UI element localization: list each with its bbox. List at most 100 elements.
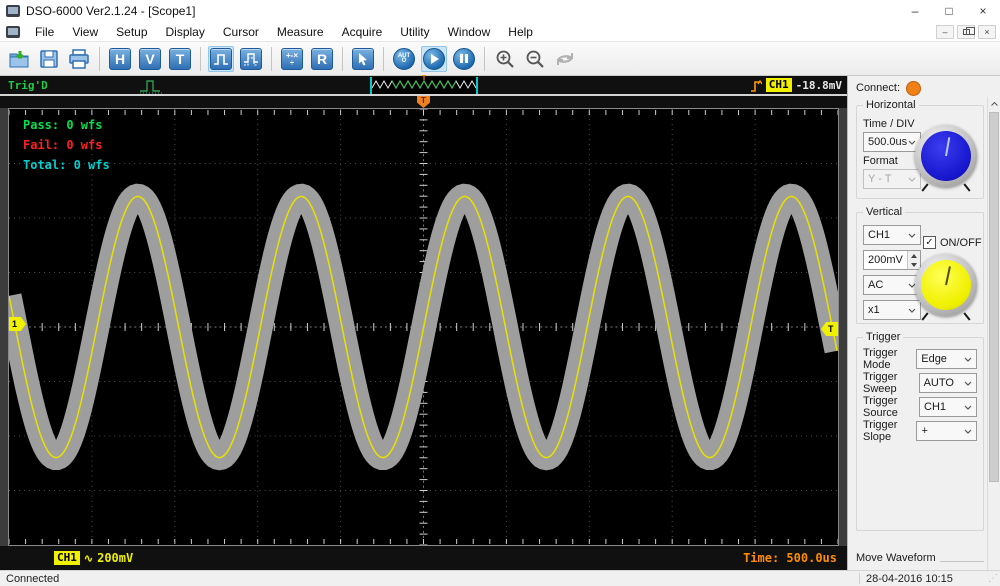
coupling-select[interactable]: AC	[863, 275, 921, 295]
cursor-tool-button[interactable]	[350, 46, 376, 72]
menu-bar: File View Setup Display Cursor Measure A…	[0, 22, 1000, 42]
menu-item-utility[interactable]: Utility	[391, 22, 438, 41]
move-waveform-label: Move Waveform	[856, 552, 936, 564]
zoom-out-icon	[525, 49, 545, 69]
menu-item-cursor[interactable]: Cursor	[214, 22, 268, 41]
title-bar: DSO-6000 Ver2.1.24 - [Scope1] – □ ×	[0, 0, 1000, 22]
trigger-group: Trigger Trigger Mode Edge Trigger Sweep …	[856, 331, 984, 531]
reference-button[interactable]: R	[309, 46, 335, 72]
knob-tick	[963, 183, 970, 191]
spin-down-button[interactable]	[908, 260, 920, 269]
window-title: DSO-6000 Ver2.1.24 - [Scope1]	[26, 4, 195, 18]
zoom-in-button[interactable]	[492, 46, 518, 72]
knob-tick	[921, 183, 928, 191]
trigger-group-title: Trigger	[863, 331, 903, 343]
menu-item-window[interactable]: Window	[439, 22, 500, 41]
vertical-knob[interactable]	[915, 254, 977, 316]
onoff-checkbox[interactable]: ✓	[923, 236, 936, 249]
spin-up-button[interactable]	[908, 251, 920, 260]
arrow-up-icon	[991, 102, 998, 106]
ac-coupling-icon: ∿	[84, 552, 93, 565]
trigger-slope-label: Trigger Slope	[863, 419, 916, 443]
child-restore-button[interactable]	[957, 25, 975, 39]
menu-item-setup[interactable]: Setup	[107, 22, 156, 41]
knob-tick	[921, 312, 928, 320]
datetime-label: 28-04-2016 10:15	[860, 573, 988, 585]
waveform-preview[interactable]: T	[370, 77, 478, 94]
pause-button[interactable]	[451, 46, 477, 72]
toolbar-separator	[271, 47, 272, 71]
menu-item-measure[interactable]: Measure	[268, 22, 333, 41]
trigger-sweep-select[interactable]: AUTO	[919, 373, 977, 393]
scrollbar-thumb[interactable]	[989, 112, 999, 482]
save-floppy-icon	[39, 49, 59, 69]
child-close-button[interactable]: ×	[978, 25, 996, 39]
panel-scrollbar[interactable]	[987, 97, 1000, 570]
app-window: DSO-6000 Ver2.1.24 - [Scope1] – □ × File…	[0, 0, 1000, 586]
save-button[interactable]	[36, 46, 62, 72]
vertical-group-title: Vertical	[863, 206, 905, 218]
toolbar-separator	[484, 47, 485, 71]
trigger-mode-label: Trigger Mode	[863, 347, 916, 371]
restore-icon	[963, 29, 970, 35]
menu-item-file[interactable]: File	[26, 22, 63, 41]
vertical-group: Vertical CH1 ✓ ON/OFF 200mV	[856, 206, 984, 324]
time-div-select[interactable]: 500.0us	[863, 132, 921, 152]
menu-item-acquire[interactable]: Acquire	[333, 22, 392, 41]
scope-bottom-strip: CH1 ∿ 200mV Time: 500.0us	[0, 546, 847, 570]
knob-pointer	[945, 137, 950, 156]
knob-pointer	[945, 266, 951, 285]
trigger-panel-button[interactable]: T	[167, 46, 193, 72]
trigger-slope-select[interactable]: +	[916, 421, 977, 441]
horizontal-knob[interactable]	[915, 125, 977, 187]
probe-select[interactable]: x1	[863, 300, 921, 320]
scroll-up-button[interactable]	[988, 97, 1000, 111]
total-count-label: Total: 0 wfs	[23, 155, 110, 175]
minimize-button[interactable]: –	[898, 0, 932, 22]
toolbar-separator	[342, 47, 343, 71]
open-button[interactable]	[6, 46, 32, 72]
trigger-position-strip: T	[0, 96, 847, 108]
channel-select[interactable]: CH1	[863, 225, 921, 245]
trigger-mode-select[interactable]: Edge	[916, 349, 977, 369]
mask-button[interactable]	[238, 46, 264, 72]
chevron-down-icon	[964, 405, 972, 410]
maximize-button[interactable]: □	[932, 0, 966, 22]
child-minimize-button[interactable]: –	[936, 25, 954, 39]
menu-item-view[interactable]: View	[63, 22, 107, 41]
close-button[interactable]: ×	[966, 0, 1000, 22]
printer-icon	[68, 48, 90, 70]
volts-div-spinner[interactable]: 200mV	[863, 250, 921, 270]
zoom-in-icon	[495, 49, 515, 69]
menu-item-display[interactable]: Display	[157, 22, 214, 41]
connect-status-icon	[906, 81, 921, 96]
print-button[interactable]	[66, 46, 92, 72]
scope-display[interactable]: Pass: 0 wfs Fail: 0 wfs Total: 0 wfs 1 T	[8, 108, 839, 546]
menu-item-help[interactable]: Help	[499, 22, 542, 41]
resize-grip[interactable]: ⋰	[988, 574, 1000, 584]
vertical-panel-button[interactable]: V	[137, 46, 163, 72]
trigger-status-label: Trig'D	[8, 79, 48, 92]
auto-set-button[interactable]: AUTO	[391, 46, 417, 72]
zoom-out-button[interactable]	[522, 46, 548, 72]
chevron-down-icon	[908, 308, 916, 313]
pulse-status-icon	[138, 78, 166, 94]
trigger-position-marker[interactable]: T	[417, 96, 430, 108]
toolbar-separator	[99, 47, 100, 71]
chevron-down-icon	[908, 233, 916, 238]
math-button[interactable]: +-×÷	[279, 46, 305, 72]
horizontal-panel-button[interactable]: H	[107, 46, 133, 72]
format-select[interactable]: Y - T	[863, 169, 921, 189]
pass-fail-button[interactable]	[208, 46, 234, 72]
channel1-badge: CH1	[54, 551, 80, 565]
run-button[interactable]	[421, 46, 447, 72]
chevron-down-icon	[908, 177, 916, 182]
channel1-scale-value: 200mV	[97, 551, 133, 565]
status-bar: Connected 28-04-2016 10:15 ⋰	[0, 570, 1000, 586]
open-folder-icon	[8, 48, 30, 70]
knob-tick	[963, 312, 970, 320]
chevron-down-icon	[964, 357, 972, 362]
trigger-slope-icon	[750, 78, 762, 93]
self-calibration-button[interactable]	[552, 46, 578, 72]
trigger-source-select[interactable]: CH1	[919, 397, 977, 417]
